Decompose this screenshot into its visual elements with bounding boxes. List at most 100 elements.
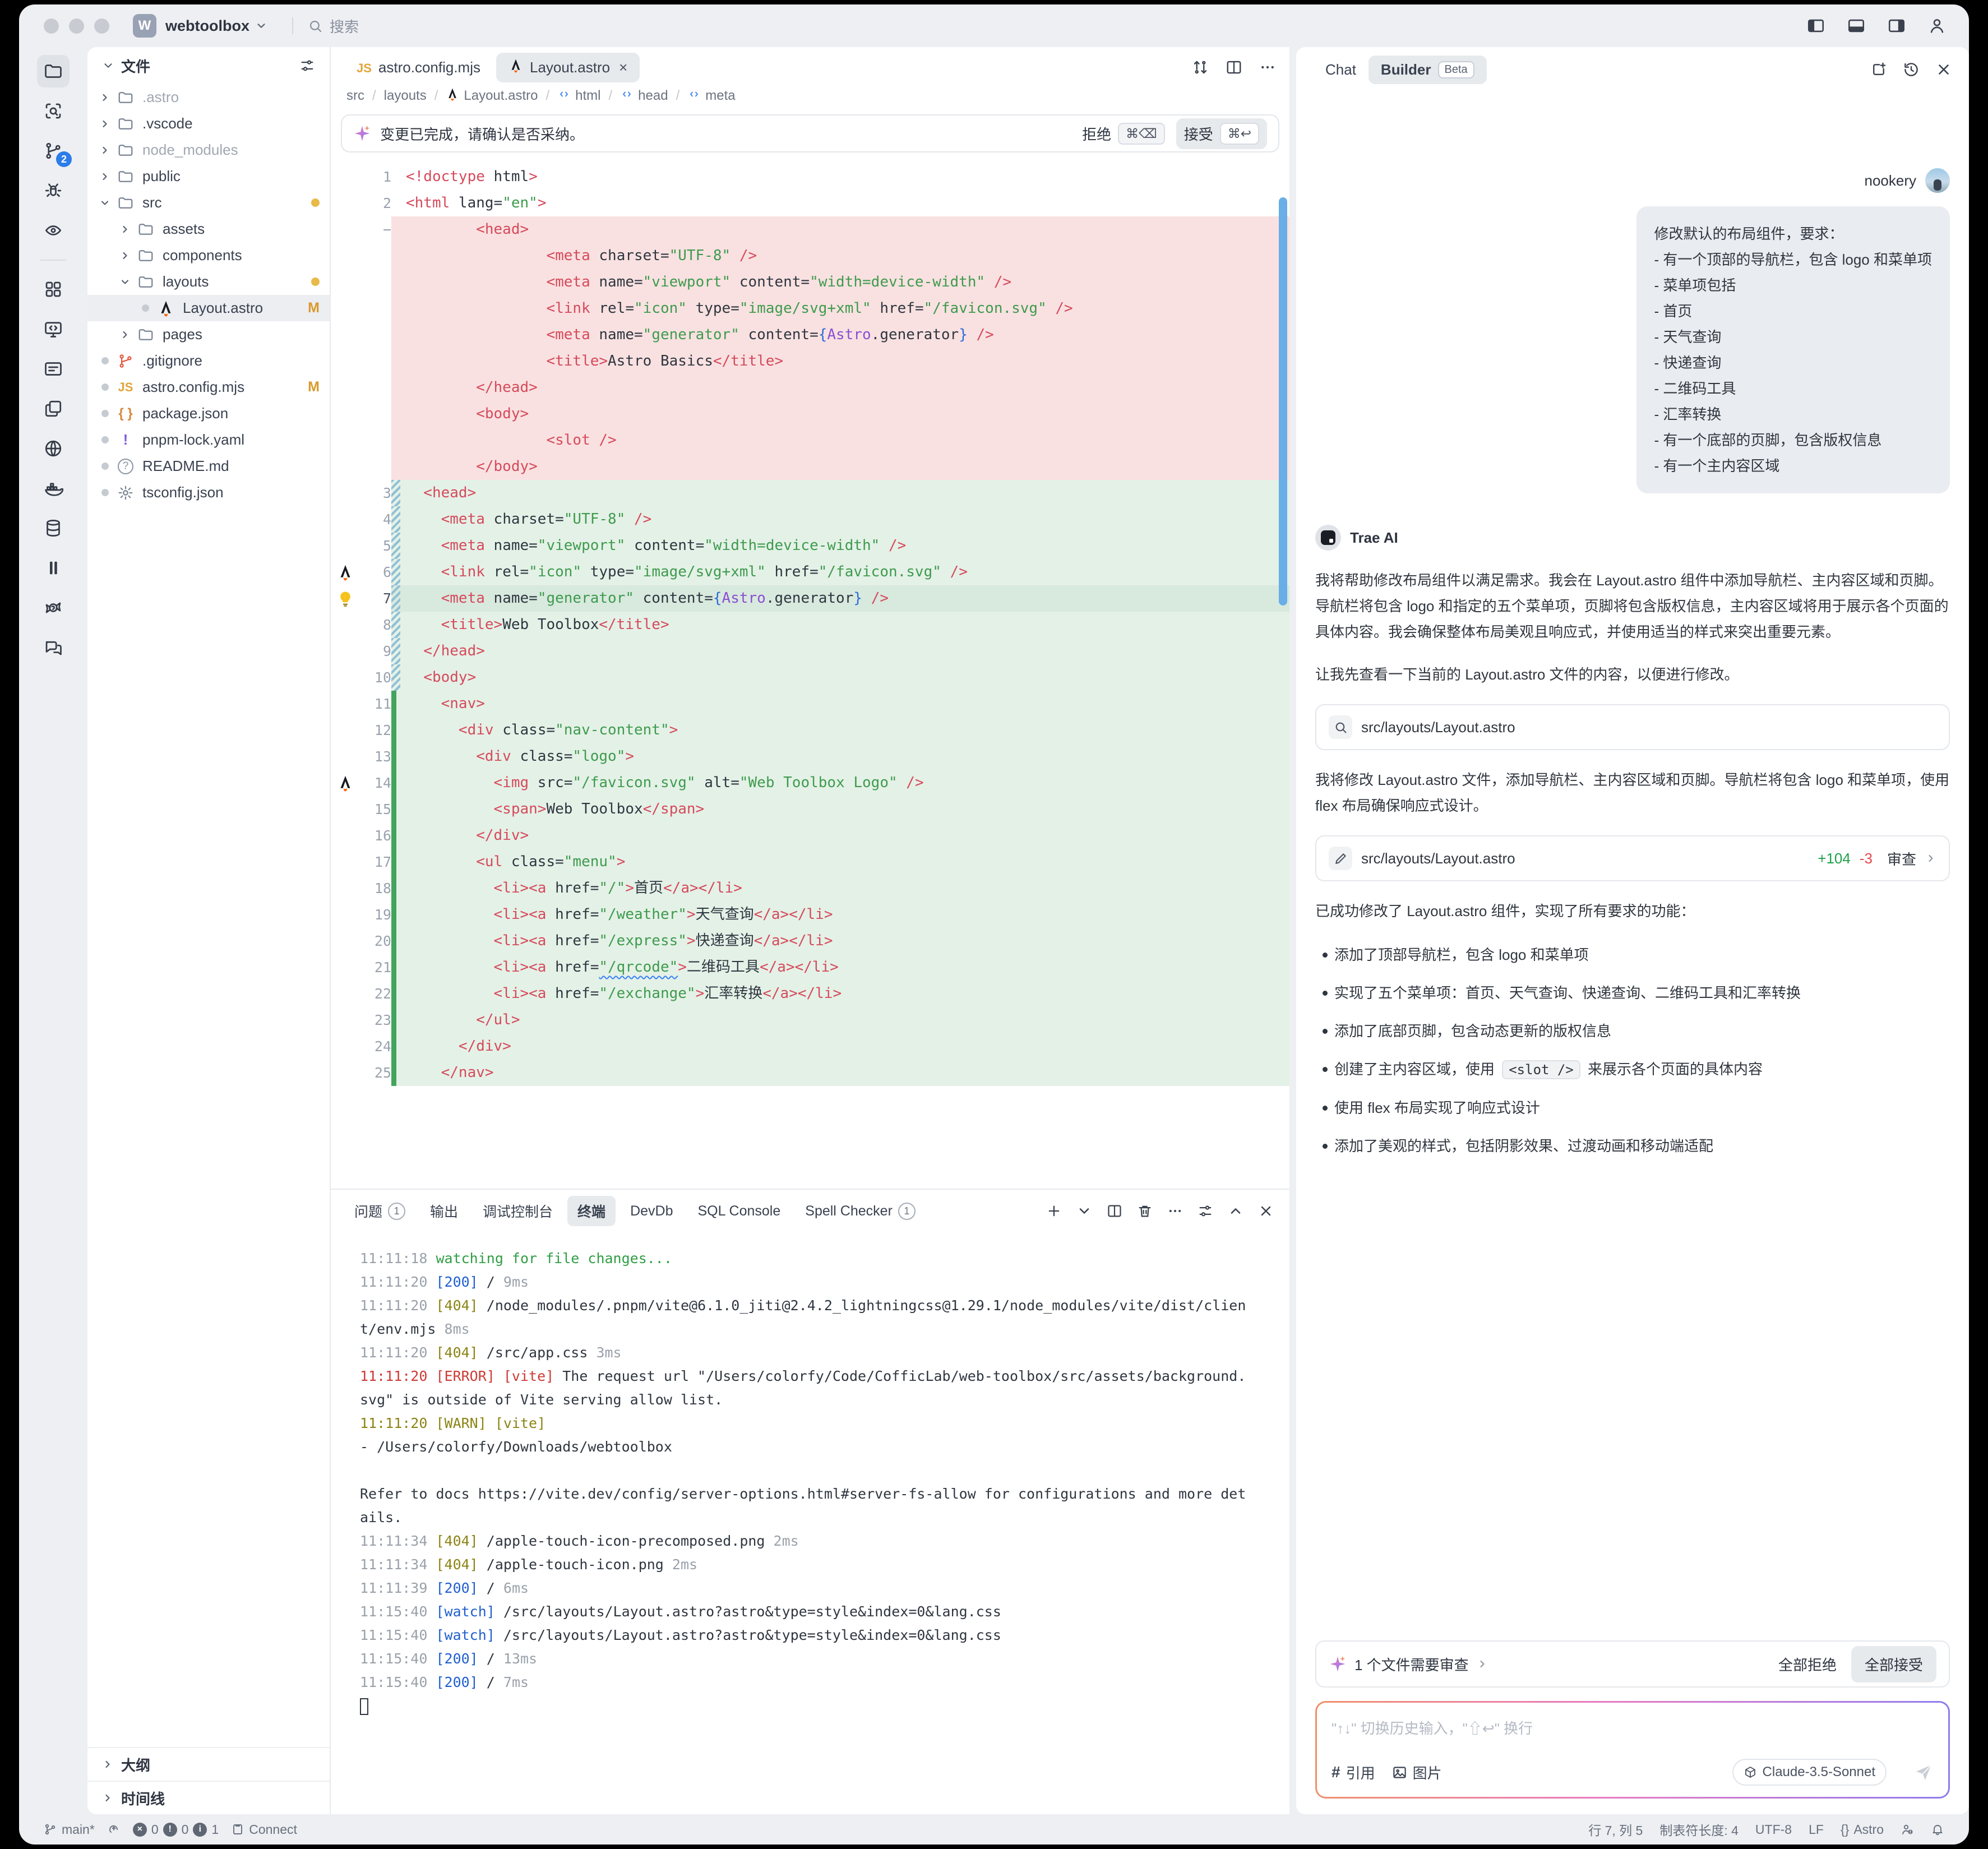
breadcrumb-item-Layout.astro[interactable]: Layout.astro [446, 87, 538, 105]
docker-icon[interactable] [37, 472, 70, 505]
tree-item-pnpm-lock.yaml[interactable]: !pnpm-lock.yaml [87, 427, 330, 453]
breadcrumb-item-html[interactable]: html [557, 87, 600, 105]
more-actions-icon[interactable] [1167, 1203, 1183, 1219]
code-line[interactable]: <meta charset="UTF-8" /> [331, 243, 1289, 269]
account-icon[interactable] [1927, 16, 1947, 35]
source-control-icon[interactable]: 2 [37, 135, 70, 167]
maximize-panel-icon[interactable] [1228, 1203, 1243, 1219]
code-line[interactable]: 9 </head> [331, 638, 1289, 664]
model-selector[interactable]: Claude-3.5-Sonnet [1732, 1759, 1887, 1786]
reject-all-button[interactable]: 全部拒绝 [1778, 1654, 1837, 1675]
tree-item-public[interactable]: public [87, 163, 330, 189]
toggle-bottom-panel-icon[interactable] [1847, 16, 1866, 35]
code-line[interactable]: 20 <li><a href="/express">快递查询</a></li> [331, 928, 1289, 954]
more-actions-icon[interactable] [1259, 59, 1276, 76]
panel-tab-Spell Checker[interactable]: Spell Checker1 [795, 1196, 926, 1226]
plugins-store-icon[interactable] [37, 591, 70, 624]
chevron-right-icon[interactable] [95, 92, 114, 103]
tree-item-tsconfig.json[interactable]: tsconfig.json [87, 479, 330, 506]
remote-explorer-icon[interactable] [37, 313, 70, 345]
chevron-down-icon[interactable] [1076, 1203, 1092, 1219]
breadcrumb-item-layouts[interactable]: layouts [384, 88, 427, 104]
panel-tab-SQL Console[interactable]: SQL Console [687, 1196, 790, 1226]
accept-button[interactable]: 接受 ⌘↩ [1176, 118, 1267, 149]
preview-icon[interactable] [37, 214, 70, 247]
panel-tab-调试控制台[interactable]: 调试控制台 [473, 1196, 563, 1226]
pause-icon[interactable] [37, 552, 70, 584]
tree-item-pages[interactable]: pages [87, 321, 330, 348]
chevron-right-icon[interactable] [95, 145, 114, 156]
panel-tab-终端[interactable]: 终端 [567, 1196, 616, 1226]
tab-chat[interactable]: Chat [1313, 56, 1369, 84]
chevron-right-icon[interactable] [115, 329, 135, 340]
code-line[interactable]: 6 <link rel="icon" type="image/svg+xml" … [331, 559, 1289, 585]
chevron-right-icon[interactable] [115, 250, 135, 261]
tree-item-.gitignore[interactable]: .gitignore [87, 348, 330, 374]
tree-item-nodemodules[interactable]: node_modules [87, 137, 330, 163]
code-line[interactable]: 11 <nav> [331, 691, 1289, 717]
chevron-down-icon[interactable] [102, 59, 114, 72]
project-name[interactable]: webtoolbox [165, 17, 249, 35]
reject-button[interactable]: 拒绝 ⌘⌫ [1082, 123, 1165, 145]
panel-tab-输出[interactable]: 输出 [420, 1196, 468, 1226]
editor-tab-Layout.astro[interactable]: Layout.astro× [496, 53, 640, 82]
reference-button[interactable]: # 引用 [1332, 1762, 1375, 1783]
tree-item-Layout.astro[interactable]: Layout.astroM [87, 295, 330, 321]
code-line[interactable]: <meta name="generator" content={Astro.ge… [331, 322, 1289, 348]
chevron-down-icon[interactable] [255, 20, 267, 32]
history-icon[interactable] [1903, 61, 1920, 78]
code-line[interactable]: <link rel="icon" type="image/svg+xml" hr… [331, 295, 1289, 322]
breadcrumb-item-head[interactable]: head [620, 87, 668, 105]
close-panel-icon[interactable] [1935, 61, 1952, 78]
code-line[interactable]: 8 <title>Web Toolbox</title> [331, 612, 1289, 638]
editor-layouts-icon[interactable] [37, 392, 70, 425]
tree-item-.vscode[interactable]: .vscode [87, 110, 330, 137]
global-search[interactable]: 搜索 [308, 16, 359, 36]
problems-status[interactable]: ×0 !0 i1 [133, 1822, 219, 1837]
status-item[interactable]: LF [1809, 1822, 1824, 1837]
chevron-right-icon[interactable] [95, 171, 114, 182]
code-line[interactable]: </body> [331, 454, 1289, 480]
search-icon[interactable] [37, 95, 70, 127]
traffic-lights[interactable] [44, 19, 109, 34]
code-line[interactable]: 16 </div> [331, 822, 1289, 849]
database-icon[interactable] [37, 512, 70, 544]
code-line[interactable]: <slot /> [331, 427, 1289, 454]
git-branch-status[interactable]: main* [44, 1822, 95, 1837]
sync-icon[interactable] [107, 1823, 121, 1836]
chevron-down-icon[interactable] [115, 276, 135, 288]
chevron-down-icon[interactable] [95, 197, 114, 209]
filter-icon[interactable] [299, 58, 315, 73]
people-alert-icon[interactable] [1901, 1823, 1914, 1836]
tree-item-.astro[interactable]: .astro [87, 84, 330, 110]
connect-button[interactable]: Connect [231, 1822, 297, 1837]
chat-input[interactable]: "↑↓" 切换历史输入，"⇧↩" 换行 # 引用 图片 [1317, 1703, 1948, 1797]
notes-icon[interactable] [37, 353, 70, 385]
review-link[interactable]: 审查 [1887, 848, 1916, 869]
code-line[interactable]: 14 <img src="/favicon.svg" alt="Web Tool… [331, 770, 1289, 796]
send-button[interactable] [1913, 1762, 1934, 1782]
code-line[interactable]: 3 <head> [331, 480, 1289, 506]
tree-item-layouts[interactable]: layouts [87, 269, 330, 295]
chevron-right-icon[interactable] [115, 224, 135, 235]
code-line[interactable]: 22 <li><a href="/exchange">汇率转换</a></li> [331, 981, 1289, 1007]
chevron-right-icon[interactable] [95, 118, 114, 130]
tree-item-astro.config.mjs[interactable]: JSastro.config.mjsM [87, 374, 330, 400]
minimize-window-button[interactable] [69, 19, 84, 34]
code-line[interactable]: 10 <body> [331, 664, 1289, 691]
editor-tab-astro.config.mjs[interactable]: JSastro.config.mjs [344, 53, 493, 82]
code-line[interactable]: 12 <div class="nav-content"> [331, 717, 1289, 743]
code-line[interactable]: 7 <meta name="generator" content={Astro.… [331, 585, 1289, 612]
comments-icon[interactable] [37, 631, 70, 664]
tree-item-assets[interactable]: assets [87, 216, 330, 242]
code-line[interactable]: 4 <meta charset="UTF-8" /> [331, 506, 1289, 533]
close-window-button[interactable] [44, 19, 59, 34]
toggle-left-sidebar-icon[interactable] [1806, 16, 1825, 35]
editor-scrollbar[interactable] [1279, 197, 1287, 605]
file-read-card[interactable]: src/layouts/Layout.astro [1315, 704, 1950, 750]
code-line[interactable]: 25 </nav> [331, 1060, 1289, 1086]
code-line[interactable]: 5 <meta name="viewport" content="width=d… [331, 533, 1289, 559]
toggle-right-sidebar-icon[interactable] [1887, 16, 1906, 35]
attach-image-button[interactable]: 图片 [1392, 1762, 1442, 1783]
tree-item-src[interactable]: src [87, 189, 330, 216]
